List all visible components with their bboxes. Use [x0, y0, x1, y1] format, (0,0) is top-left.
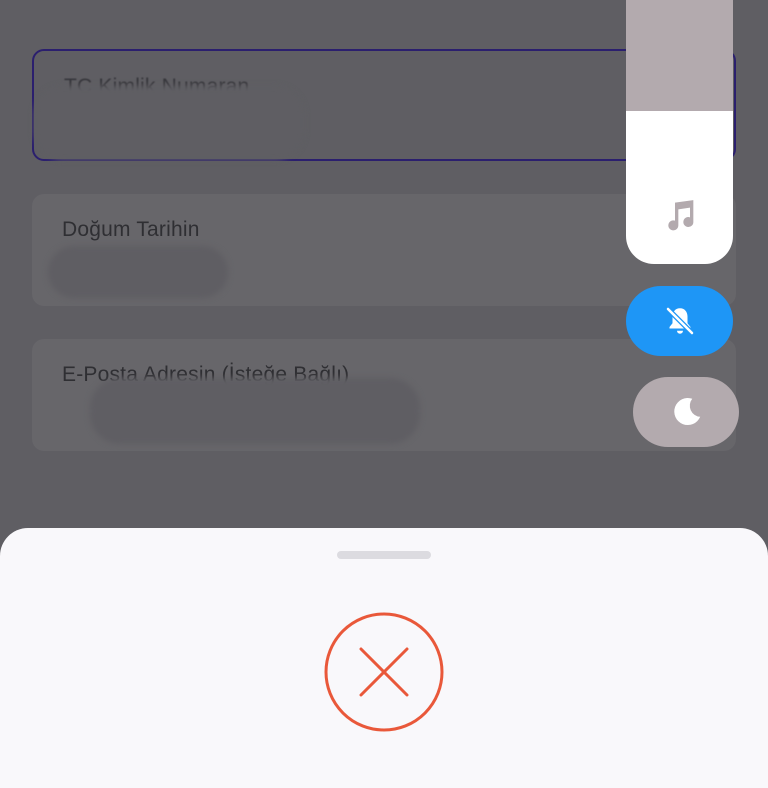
redacted-value [48, 246, 228, 298]
moon-icon [674, 398, 701, 426]
redacted-value [34, 86, 304, 160]
music-note-icon [668, 200, 694, 231]
redacted-value [90, 378, 420, 444]
birth-date-label: Doğum Tarihin [62, 218, 200, 241]
volume-slider[interactable] [626, 0, 733, 264]
bell-off-icon [665, 306, 695, 336]
drag-handle[interactable] [337, 551, 431, 559]
do-not-disturb-toggle[interactable] [633, 377, 739, 447]
mute-toggle[interactable] [626, 286, 733, 356]
error-x-icon [324, 612, 444, 732]
volume-track-remaining [626, 0, 733, 111]
bottom-sheet [0, 528, 768, 788]
